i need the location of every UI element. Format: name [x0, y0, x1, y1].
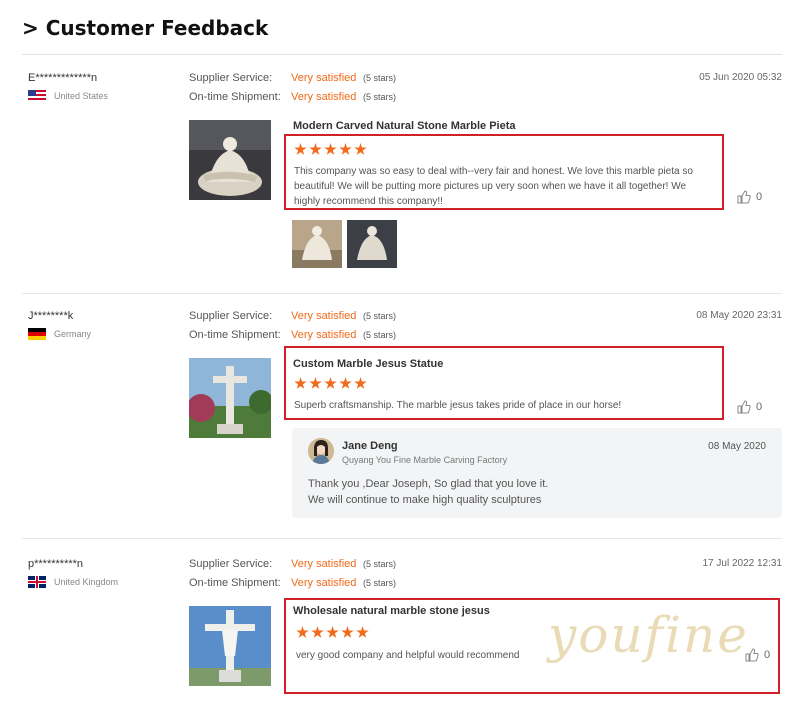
- germany-flag-icon: [28, 328, 46, 340]
- reply-line: Thank you ,Dear Joseph, So glad that you…: [308, 478, 549, 490]
- rating-stars: [294, 377, 369, 390]
- product-image[interactable]: [189, 606, 271, 686]
- product-title[interactable]: Wholesale natural marble stone jesus: [293, 605, 490, 617]
- star-icon: [296, 626, 309, 638]
- like-count: 0: [764, 649, 771, 661]
- star-icon: [311, 626, 324, 638]
- rating-stars: [294, 143, 369, 156]
- thumbs-up-icon: [737, 190, 751, 204]
- reviewer-country: United Kingdom: [28, 576, 118, 588]
- review-date: 08 May 2020 23:31: [696, 310, 782, 321]
- country-label: United States: [54, 91, 109, 101]
- page-title: > Customer Feedback: [22, 16, 269, 40]
- supplier-service-label: Supplier Service:: [189, 558, 273, 570]
- product-image[interactable]: [189, 358, 271, 438]
- product-title[interactable]: Custom Marble Jesus Statue: [293, 358, 443, 370]
- supplier-service-stars: (5 stars): [363, 73, 397, 83]
- star-icon: [341, 626, 354, 638]
- like-count: 0: [756, 401, 763, 413]
- review-photo-thumb[interactable]: [347, 220, 397, 268]
- review-date: 05 Jun 2020 05:32: [699, 72, 782, 83]
- product-image[interactable]: [189, 120, 271, 200]
- star-icon: [309, 377, 322, 389]
- reviewer-name: E*************n: [28, 72, 98, 84]
- reviewer-country: United States: [28, 90, 108, 102]
- ontime-shipment-label: On-time Shipment:: [189, 329, 281, 341]
- like-button[interactable]: 0: [737, 190, 762, 204]
- supplier-service-value: Very satisfied: [291, 72, 357, 84]
- review-highlight-box: This company was so easy to deal with--v…: [284, 134, 724, 210]
- review-text: This company was so easy to deal with--v…: [294, 166, 693, 207]
- ontime-shipment-stars: (5 stars): [363, 92, 397, 102]
- supplier-service-value: Very satisfied: [291, 558, 357, 570]
- ontime-shipment-value: Very satisfied: [291, 91, 357, 103]
- supplier-service-label: Supplier Service:: [189, 310, 273, 322]
- supplier-service-value: Very satisfied: [291, 310, 357, 322]
- star-icon: [354, 377, 367, 389]
- star-icon: [339, 377, 352, 389]
- star-icon: [309, 143, 322, 155]
- thumbs-up-icon: [737, 400, 751, 414]
- thumbs-up-icon: [745, 648, 759, 662]
- supplier-service-rating: Supplier Service: Very satisfied (5 star…: [189, 310, 396, 322]
- reply-author: Jane Deng: [342, 440, 398, 452]
- review-divider: [22, 538, 782, 539]
- ontime-shipment-label: On-time Shipment:: [189, 91, 281, 103]
- supplier-service-rating: Supplier Service: Very satisfied (5 star…: [189, 72, 396, 84]
- star-icon: [324, 143, 337, 155]
- ontime-shipment-value: Very satisfied: [291, 329, 357, 341]
- star-icon: [339, 143, 352, 155]
- ontime-shipment-rating: On-time Shipment: Very satisfied (5 star…: [189, 91, 396, 103]
- review-text: very good company and helpful would reco…: [296, 650, 520, 661]
- reviewer-name: p**********n: [28, 558, 84, 570]
- ontime-shipment-stars: (5 stars): [363, 330, 397, 340]
- supplier-service-rating: Supplier Service: Very satisfied (5 star…: [189, 558, 396, 570]
- reply-company: Quyang You Fine Marble Carving Factory: [342, 455, 508, 465]
- like-count: 0: [756, 191, 763, 203]
- star-icon: [356, 626, 369, 638]
- reply-text: Thank you ,Dear Joseph, So glad that you…: [308, 476, 548, 508]
- reply-date: 08 May 2020: [708, 441, 766, 452]
- ontime-shipment-label: On-time Shipment:: [189, 577, 281, 589]
- ontime-shipment-stars: (5 stars): [363, 578, 397, 588]
- star-icon: [324, 377, 337, 389]
- reply-line: We will continue to make high quality sc…: [308, 494, 542, 506]
- rating-stars: [296, 626, 371, 639]
- star-icon: [294, 143, 307, 155]
- supplier-service-stars: (5 stars): [363, 311, 397, 321]
- like-button[interactable]: 0: [745, 648, 770, 662]
- star-icon: [294, 377, 307, 389]
- ontime-shipment-rating: On-time Shipment: Very satisfied (5 star…: [189, 329, 396, 341]
- reviewer-name: J********k: [28, 310, 74, 322]
- review-text: Superb craftsmanship. The marble jesus t…: [294, 400, 622, 411]
- star-icon: [326, 626, 339, 638]
- title-divider: [22, 54, 782, 55]
- review-photo-thumb[interactable]: [292, 220, 342, 268]
- us-flag-icon: [28, 90, 46, 102]
- supplier-service-label: Supplier Service:: [189, 72, 273, 84]
- reviewer-country: Germany: [28, 328, 91, 340]
- supplier-service-stars: (5 stars): [363, 559, 397, 569]
- ontime-shipment-rating: On-time Shipment: Very satisfied (5 star…: [189, 577, 396, 589]
- avatar: [308, 438, 334, 464]
- uk-flag-icon: [28, 576, 46, 588]
- ontime-shipment-value: Very satisfied: [291, 577, 357, 589]
- country-label: Germany: [54, 329, 92, 339]
- review-divider: [22, 293, 782, 294]
- star-icon: [354, 143, 367, 155]
- review-date: 17 Jul 2022 12:31: [702, 558, 782, 569]
- supplier-reply: Jane Deng Quyang You Fine Marble Carving…: [292, 428, 782, 518]
- product-title[interactable]: Modern Carved Natural Stone Marble Pieta: [293, 120, 516, 132]
- like-button[interactable]: 0: [737, 400, 762, 414]
- country-label: United Kingdom: [54, 577, 119, 587]
